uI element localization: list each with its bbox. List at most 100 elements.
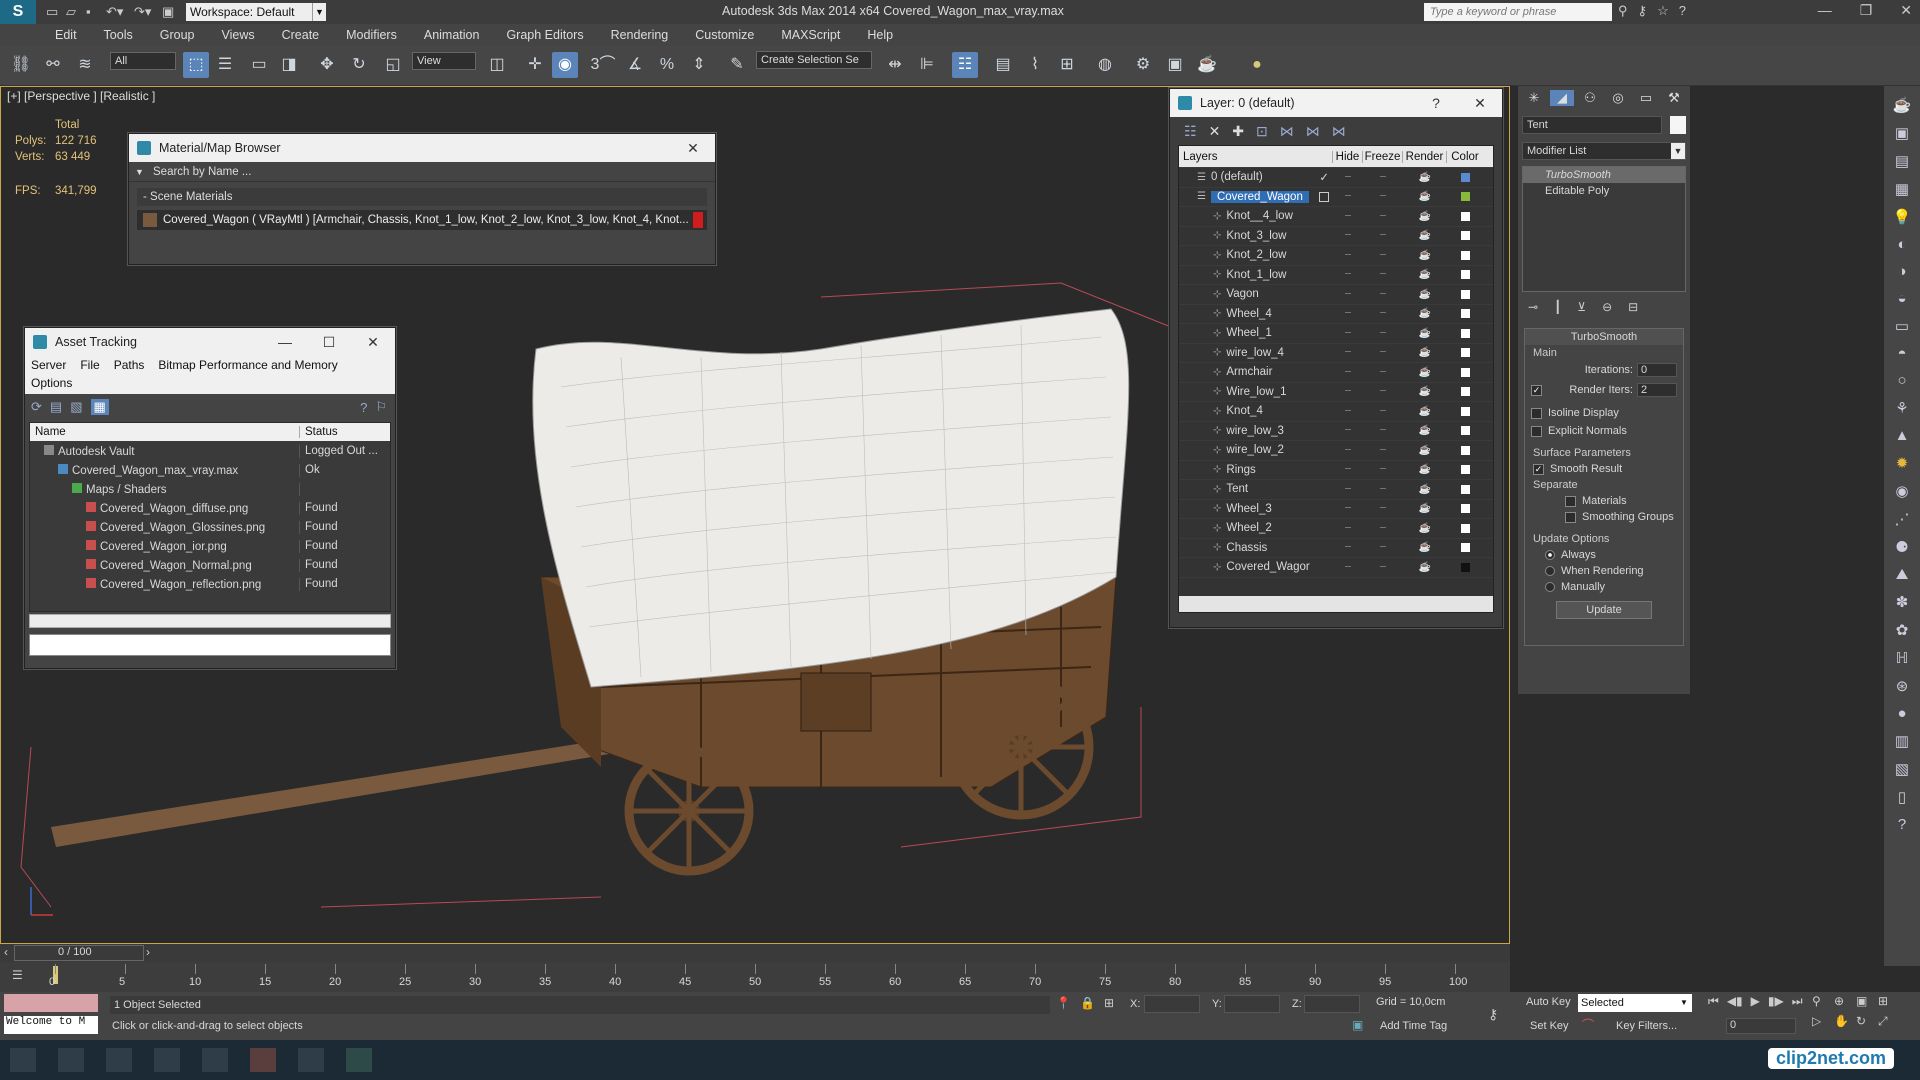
stack-item-editable-poly[interactable]: Editable Poly — [1523, 183, 1685, 199]
asset-row[interactable]: Covered_Wagon_max_vray.max Ok — [30, 461, 390, 480]
render-toggle-icon[interactable]: ☕ — [1403, 445, 1447, 456]
hide-toggle-icon[interactable]: ┄ — [1333, 425, 1363, 436]
render-toggle-icon[interactable]: ☕ — [1403, 289, 1447, 300]
prev-frame-icon[interactable]: ‹ — [4, 945, 8, 959]
render-toggle-icon[interactable]: ☕ — [1403, 367, 1447, 378]
hide-toggle-icon[interactable]: ┄ — [1333, 484, 1363, 495]
render-toggle-icon[interactable]: ☕ — [1403, 464, 1447, 475]
binoculars-icon[interactable]: ⚲ — [1618, 3, 1628, 19]
create-layer-icon[interactable]: ☷ — [1184, 123, 1197, 140]
asset-row[interactable]: Covered_Wagon_ior.png Found — [30, 537, 390, 556]
displacement-icon[interactable]: ⚈ — [1895, 538, 1908, 556]
layer-row[interactable]: ⊹ Covered_Wagor ┄ ┄ ☕ — [1179, 558, 1493, 578]
time-tag-icon[interactable]: ▣ — [1352, 1018, 1363, 1032]
freeze-toggle-icon[interactable]: ┄ — [1363, 367, 1403, 378]
layer-row[interactable]: ⊹ Tent ┄ ┄ ☕ — [1179, 480, 1493, 500]
hide-toggle-icon[interactable]: ┄ — [1333, 230, 1363, 241]
asset-row[interactable]: Maps / Shaders — [30, 480, 390, 499]
zoom-extents-icon[interactable]: ▣ — [1856, 994, 1878, 1008]
render-iters-checkbox[interactable]: ✓ — [1531, 384, 1542, 396]
select-objects-icon[interactable]: ⊡ — [1256, 123, 1268, 140]
asset-menu-options[interactable]: Options — [31, 376, 389, 390]
align-icon[interactable]: ⊫ — [914, 52, 940, 78]
freeze-toggle-icon[interactable]: ┄ — [1363, 347, 1403, 358]
sun-icon[interactable]: ✹ — [1896, 454, 1909, 472]
render-column-header[interactable]: Render — [1403, 150, 1447, 163]
zoom-all-icon[interactable]: ⊕ — [1834, 994, 1856, 1008]
stats-icon[interactable]: ▧ — [1895, 760, 1909, 778]
asset-path-field[interactable] — [29, 634, 391, 656]
absolute-mode-icon[interactable]: ⊞ — [1104, 996, 1114, 1010]
remove-modifier-icon[interactable]: ⊖ — [1602, 300, 1612, 314]
layer-row[interactable]: ⊹ Knot__4_low ┄ ┄ ☕ — [1179, 207, 1493, 227]
set-current-checkbox[interactable] — [1319, 191, 1329, 202]
layer-manager-titlebar[interactable]: Layer: 0 (default) ? ✕ — [1170, 89, 1502, 117]
hide-toggle-icon[interactable]: ┄ — [1333, 503, 1363, 514]
layer-color-swatch[interactable] — [1460, 465, 1470, 475]
unlink-icon[interactable]: ⚯ — [40, 52, 66, 78]
close-icon[interactable]: ✕ — [1458, 95, 1502, 112]
maxscript-listener-top[interactable] — [4, 994, 98, 1012]
hierarchy-tab-icon[interactable]: ⚇ — [1578, 90, 1602, 106]
sphere-icon[interactable]: ◑ — [1897, 263, 1906, 280]
scene-materials-header[interactable]: - Scene Materials — [137, 188, 707, 206]
material-editor-icon[interactable]: ◍ — [1092, 52, 1118, 78]
material-list-item[interactable]: Covered_Wagon ( VRayMtl ) [Armchair, Cha… — [137, 210, 707, 230]
asset-menu-item[interactable]: Server — [31, 358, 66, 376]
star-icon[interactable]: ☆ — [1657, 3, 1669, 19]
plant-icon[interactable]: ✿ — [1896, 621, 1909, 639]
layer-row[interactable]: ☰ 0 (default) ✓ ┄ ┄ ☕ — [1179, 168, 1493, 188]
layer-row[interactable]: ⊹ Armchair ┄ ┄ ☕ — [1179, 363, 1493, 383]
maximize-viewport-icon[interactable]: ⤢ — [1878, 1014, 1900, 1029]
project-icon[interactable]: ▣ — [162, 4, 182, 20]
menu-item[interactable]: Edit — [55, 28, 77, 42]
update-manually-radio[interactable] — [1545, 582, 1555, 593]
freeze-toggle-icon[interactable]: ┄ — [1363, 484, 1403, 495]
hide-toggle-icon[interactable]: ┄ — [1333, 562, 1363, 573]
menu-item[interactable]: Animation — [424, 28, 480, 42]
render-toggle-icon[interactable]: ☕ — [1403, 542, 1447, 553]
color-column-header[interactable]: Color — [1447, 151, 1483, 163]
dome-icon[interactable]: ◓ — [1897, 345, 1906, 362]
freeze-toggle-icon[interactable]: ┄ — [1363, 328, 1403, 339]
layer-color-swatch[interactable] — [1460, 211, 1470, 221]
freeze-toggle-icon[interactable]: ┄ — [1363, 211, 1403, 222]
layer-color-swatch[interactable] — [1460, 426, 1470, 436]
help-icon[interactable]: ? — [1679, 3, 1686, 19]
select-link-icon[interactable]: ⛓ — [8, 52, 34, 78]
layer-color-swatch[interactable] — [1460, 504, 1470, 514]
layer-row[interactable]: ⊹ Wheel_4 ┄ ┄ ☕ — [1179, 305, 1493, 324]
asset-row[interactable]: Covered_Wagon_Glossines.png Found — [30, 518, 390, 537]
help-icon[interactable]: ? — [1414, 95, 1458, 112]
minimize-icon[interactable]: — — [1818, 2, 1832, 19]
freeze-toggle-icon[interactable]: ┄ — [1363, 172, 1403, 183]
render-toggle-icon[interactable]: ☕ — [1403, 484, 1447, 495]
column-name-header[interactable]: Name — [30, 426, 300, 438]
go-to-end-icon[interactable]: ⏭ — [1792, 994, 1803, 1009]
options-chevron-icon[interactable]: ▼ — [135, 167, 153, 177]
circle-icon[interactable]: ○ — [1897, 372, 1906, 389]
frame-buffer-icon[interactable]: ◒ — [1897, 290, 1906, 307]
layer-color-swatch[interactable] — [1460, 348, 1470, 358]
layer-color-swatch[interactable] — [1460, 543, 1470, 553]
freeze-toggle-icon[interactable]: ┄ — [1363, 445, 1403, 456]
render-setup-icon[interactable]: ⚙ — [1130, 52, 1156, 78]
redo-icon[interactable]: ↷▾ — [134, 4, 162, 20]
key-filters-button[interactable]: Key Filters... — [1616, 1020, 1677, 1032]
asset-menu-item[interactable]: Bitmap Performance and Memory — [158, 358, 337, 376]
set-key-button[interactable]: Set Key — [1530, 1020, 1569, 1032]
minimize-icon[interactable]: — — [263, 334, 307, 351]
select-by-name-icon[interactable]: ☰ — [212, 52, 238, 78]
hide-toggle-icon[interactable]: ┄ — [1333, 250, 1363, 261]
hide-toggle-icon[interactable]: ┄ — [1333, 347, 1363, 358]
zoom-extents-all-icon[interactable]: ⊞ — [1878, 994, 1900, 1008]
render-iters-spinner[interactable]: 2 — [1637, 383, 1677, 397]
next-frame-icon[interactable]: › — [146, 945, 150, 959]
layer-row[interactable]: ⊹ Wire_low_1 ┄ ┄ ☕ — [1179, 383, 1493, 402]
render-toggle-icon[interactable]: ☕ — [1403, 425, 1447, 436]
layer-color-swatch[interactable] — [1460, 250, 1470, 260]
mirror-icon[interactable]: ⇹ — [882, 52, 908, 78]
stack-item-turbosmooth[interactable]: TurboSmooth — [1523, 167, 1685, 183]
grid-view-icon[interactable]: ▦ — [90, 399, 109, 415]
close-icon[interactable]: ✕ — [671, 140, 715, 157]
